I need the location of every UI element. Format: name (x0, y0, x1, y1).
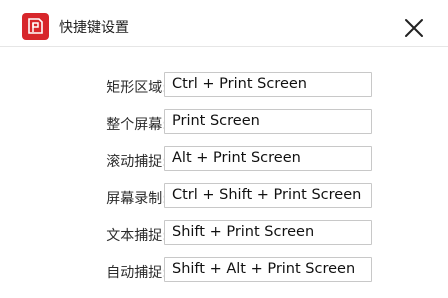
shortcut-label: 整个屏幕: (106, 117, 167, 133)
shortcut-label: 滚动捕捉: (106, 154, 167, 170)
shortcut-row-rect-region: 矩形区域: Ctrl + Print Screen (0, 71, 448, 108)
shortcut-label: 矩形区域: (106, 80, 167, 96)
app-logo-icon (22, 13, 49, 40)
shortcut-list: 矩形区域: Ctrl + Print Screen 整个屏幕: Print Sc… (0, 71, 448, 293)
shortcut-row-text-capture: 文本捕捉: Shift + Print Screen (0, 219, 448, 256)
dialog-title: 快捷键设置 (59, 20, 129, 36)
shortcut-field-scroll-capture[interactable]: Alt + Print Screen (164, 146, 372, 171)
close-button[interactable] (402, 16, 426, 40)
shortcut-row-screen-record: 屏幕录制: Ctrl + Shift + Print Screen (0, 182, 448, 219)
shortcut-field-rect-region[interactable]: Ctrl + Print Screen (164, 72, 372, 97)
shortcut-label: 自动捕捉: (106, 265, 167, 281)
close-icon (405, 19, 423, 37)
shortcut-field-text-capture[interactable]: Shift + Print Screen (164, 220, 372, 245)
shortcut-label: 屏幕录制: (106, 191, 167, 207)
shortcut-field-full-screen[interactable]: Print Screen (164, 109, 372, 134)
shortcut-row-scroll-capture: 滚动捕捉: Alt + Print Screen (0, 145, 448, 182)
shortcut-label: 文本捕捉: (106, 228, 167, 244)
shortcut-field-screen-record[interactable]: Ctrl + Shift + Print Screen (164, 183, 372, 208)
shortcut-field-auto-capture[interactable]: Shift + Alt + Print Screen (164, 257, 372, 282)
shortcut-row-full-screen: 整个屏幕: Print Screen (0, 108, 448, 145)
shortcut-settings-dialog: 快捷键设置 矩形区域: Ctrl + Print Screen 整个屏幕: Pr… (0, 0, 448, 298)
title-divider (0, 46, 448, 47)
shortcut-row-auto-capture: 自动捕捉: Shift + Alt + Print Screen (0, 256, 448, 293)
title-bar: 快捷键设置 (0, 0, 448, 46)
